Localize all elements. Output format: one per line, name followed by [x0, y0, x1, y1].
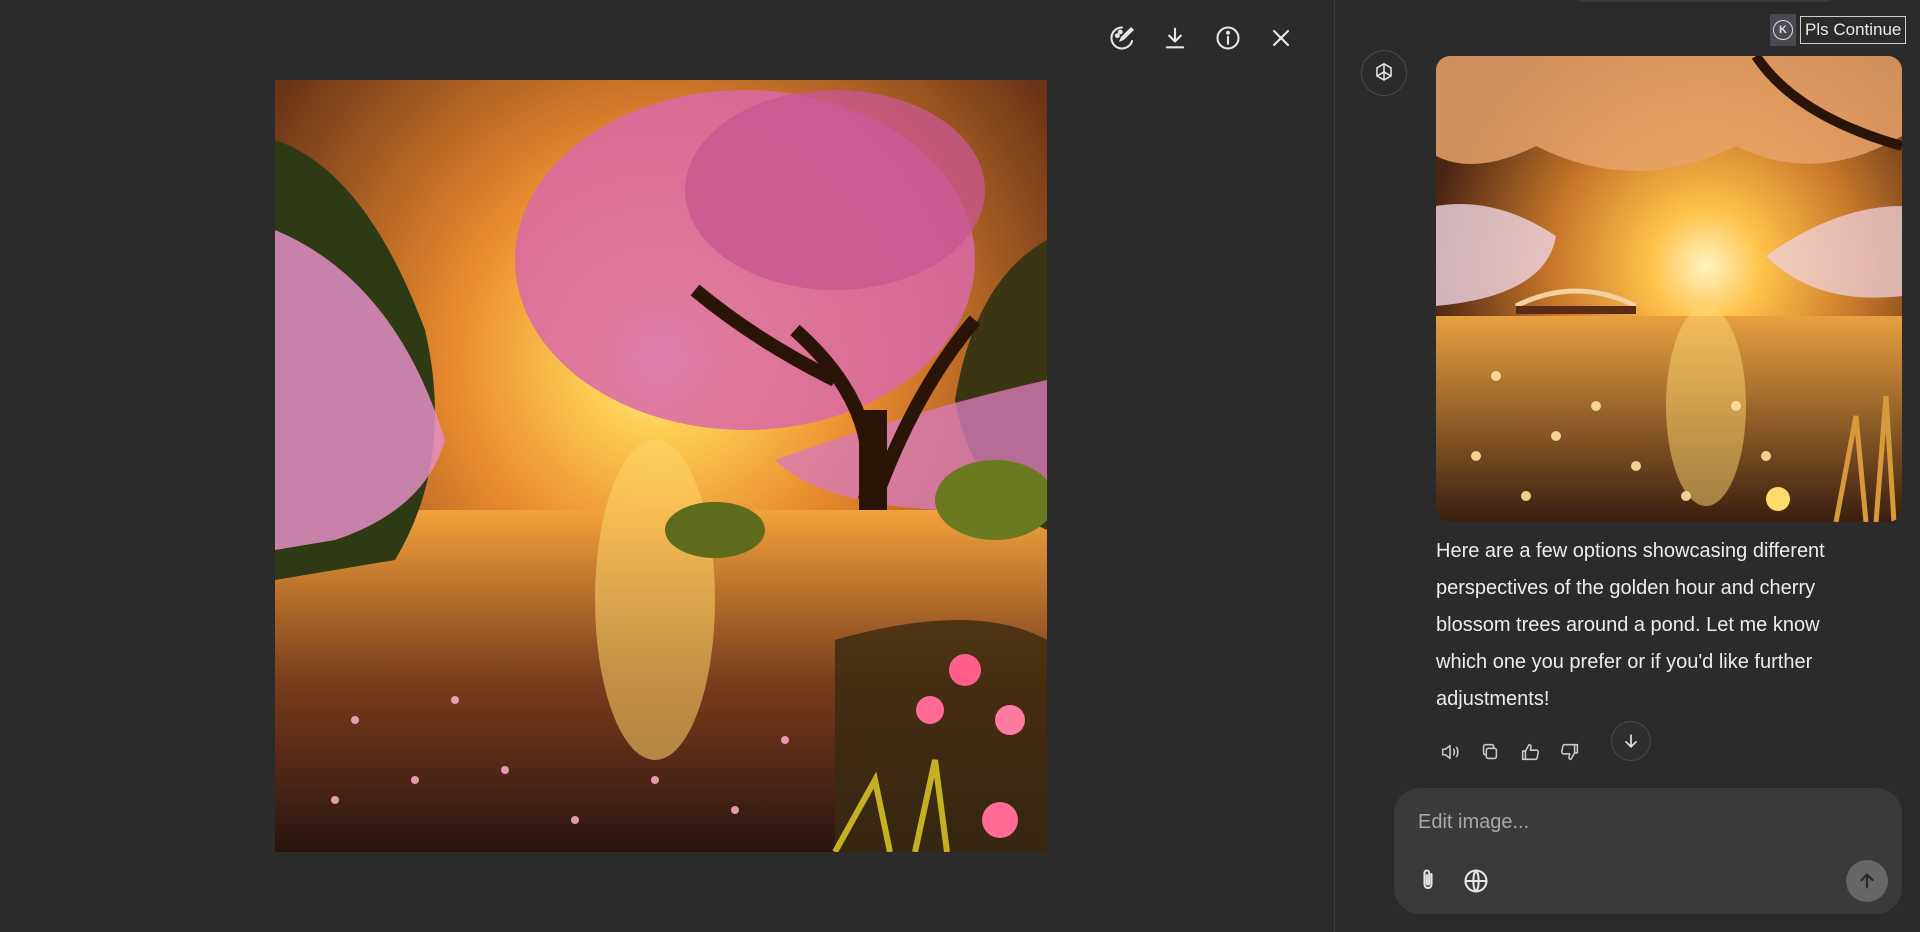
- download-button[interactable]: [1157, 20, 1193, 56]
- scroll-to-bottom-button[interactable]: [1611, 721, 1651, 761]
- globe-icon: [1464, 869, 1488, 893]
- read-aloud-icon: [1441, 744, 1459, 760]
- copy-icon: [1482, 743, 1498, 760]
- web-search-button[interactable]: [1458, 863, 1494, 899]
- send-button[interactable]: [1846, 860, 1888, 902]
- paperclip-icon: [1423, 869, 1433, 890]
- thumbs-up-button[interactable]: [1515, 737, 1545, 767]
- close-icon: [1272, 29, 1290, 47]
- chat-panel: K Pls Continue Here are a few options sh…: [1335, 0, 1920, 932]
- info-icon: [1216, 26, 1240, 50]
- image-viewer: [0, 0, 1334, 932]
- top-scroll-pill: [1575, 0, 1835, 2]
- extension-widget[interactable]: K Pls Continue: [1770, 14, 1907, 46]
- assistant-message: Here are a few options showcasing differ…: [1436, 540, 1825, 710]
- read-aloud-button[interactable]: [1435, 737, 1465, 767]
- viewer-toolbar: [1104, 20, 1299, 56]
- edit-image-input[interactable]: [1416, 804, 1880, 840]
- message-actions: [1435, 737, 1585, 767]
- openai-logo-icon: [1376, 62, 1392, 81]
- info-button[interactable]: [1210, 20, 1246, 56]
- arrow-down-icon: [1625, 734, 1637, 748]
- pls-continue-button[interactable]: Pls Continue: [1800, 16, 1907, 44]
- close-button[interactable]: [1263, 20, 1299, 56]
- composer: [1394, 788, 1902, 914]
- thumbs-up-icon: [1521, 743, 1540, 761]
- palette-edit-icon: [1110, 26, 1134, 50]
- assistant-avatar: [1361, 50, 1407, 96]
- generated-image-main[interactable]: [275, 80, 1047, 852]
- copy-button[interactable]: [1475, 737, 1505, 767]
- arrow-up-icon: [1860, 873, 1874, 889]
- attach-button[interactable]: [1410, 863, 1446, 899]
- thumbs-down-button[interactable]: [1555, 737, 1585, 767]
- edit-image-button[interactable]: [1104, 20, 1140, 56]
- extension-badge[interactable]: K: [1770, 14, 1796, 46]
- generated-image-thumbnail[interactable]: [1436, 56, 1902, 522]
- download-icon: [1165, 27, 1185, 49]
- thumbs-down-icon: [1560, 743, 1579, 761]
- extension-badge-letter: K: [1773, 20, 1793, 40]
